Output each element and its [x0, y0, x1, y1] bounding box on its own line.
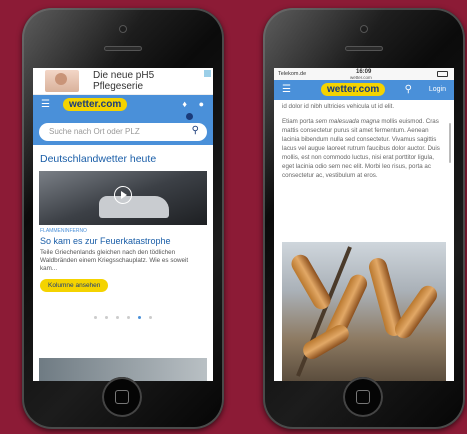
- menu-icon[interactable]: ☰: [282, 85, 291, 95]
- carousel-dots: [33, 306, 213, 324]
- login-link[interactable]: Login: [429, 86, 446, 93]
- search-icon[interactable]: ⚲: [405, 84, 412, 95]
- article-paragraph: Etiam porta sem malesuada magna mollis e…: [282, 117, 446, 180]
- phone-right: Telekom.de 16:09 wetter.com ☰ wetter.com…: [263, 8, 465, 429]
- home-button[interactable]: [343, 377, 383, 417]
- scrollbar[interactable]: [449, 123, 451, 163]
- carousel-dot[interactable]: [116, 316, 119, 319]
- ad-text: Die neue pH5 Pflegeserie: [93, 70, 154, 92]
- speaker-grille: [345, 46, 383, 51]
- play-icon[interactable]: [114, 186, 132, 204]
- video-thumbnail[interactable]: [39, 171, 207, 225]
- carousel-dot[interactable]: [105, 316, 108, 319]
- search-bar: Suche nach Ort oder PLZ ⚲: [33, 113, 213, 145]
- bell-icon[interactable]: ♦: [182, 99, 187, 109]
- carousel-dot[interactable]: [149, 316, 152, 319]
- ad-text-line1: Die neue pH5: [93, 70, 155, 81]
- seed-pod: [299, 321, 353, 363]
- top-nav: ☰ wetter.com ♦ ●: [33, 95, 213, 115]
- ad-text-line2: Pflegeserie: [93, 81, 144, 92]
- user-icon[interactable]: ●: [199, 99, 204, 109]
- ad-choices-icon[interactable]: [204, 70, 211, 77]
- article-kicker: FLAMMENINFERNO: [40, 228, 87, 234]
- seed-pod: [288, 251, 334, 313]
- top-nav: ☰ wetter.com ⚲ Login: [274, 80, 454, 100]
- article-headline[interactable]: So kam es zur Feuerkatastrophe: [40, 236, 206, 246]
- camera-icon: [119, 25, 127, 33]
- article-photo[interactable]: [282, 242, 446, 381]
- camera-icon: [360, 25, 368, 33]
- left-screen: Die neue pH5 Pflegeserie ☰ wetter.com ♦ …: [33, 68, 213, 381]
- ad-banner[interactable]: Die neue pH5 Pflegeserie: [33, 68, 213, 95]
- article-body: id dolor id nibh ultricies vehicula ut i…: [274, 100, 454, 180]
- article-teaser: Teile Griechenlands gleichen nach den tö…: [40, 249, 189, 272]
- site-logo[interactable]: wetter.com: [321, 83, 386, 96]
- right-screen: Telekom.de 16:09 wetter.com ☰ wetter.com…: [274, 68, 454, 381]
- paragraph-text: Etiam porta: [282, 118, 316, 125]
- search-input[interactable]: Suche nach Ort oder PLZ ⚲: [39, 123, 207, 141]
- search-icon[interactable]: ⚲: [192, 125, 199, 136]
- paragraph-italic: sem malesuada magna: [315, 118, 380, 125]
- paragraph-text: mollis euismod. Cras mattis consectetur …: [282, 118, 440, 179]
- home-button[interactable]: [102, 377, 142, 417]
- burnt-car-image: [99, 196, 169, 218]
- column-view-button[interactable]: Kolumne ansehen: [40, 279, 109, 292]
- location-dot-icon: [186, 113, 193, 120]
- article-line: id dolor id nibh ultricies vehicula ut i…: [282, 103, 395, 110]
- carrier-label: Telekom.de: [278, 71, 307, 77]
- carousel-dot[interactable]: [127, 316, 130, 319]
- carousel-dot[interactable]: [94, 316, 97, 319]
- battery-icon: [437, 71, 448, 77]
- phone-left: Die neue pH5 Pflegeserie ☰ wetter.com ♦ …: [22, 8, 224, 429]
- status-bar: Telekom.de 16:09 wetter.com: [274, 68, 454, 80]
- speaker-grille: [104, 46, 142, 51]
- menu-icon[interactable]: ☰: [41, 100, 50, 110]
- section-title: Deutschlandwetter heute: [40, 153, 157, 165]
- ad-image: [45, 70, 79, 92]
- search-placeholder: Suche nach Ort oder PLZ: [49, 127, 140, 136]
- carousel-dot-active[interactable]: [138, 316, 141, 319]
- site-logo[interactable]: wetter.com: [63, 98, 128, 111]
